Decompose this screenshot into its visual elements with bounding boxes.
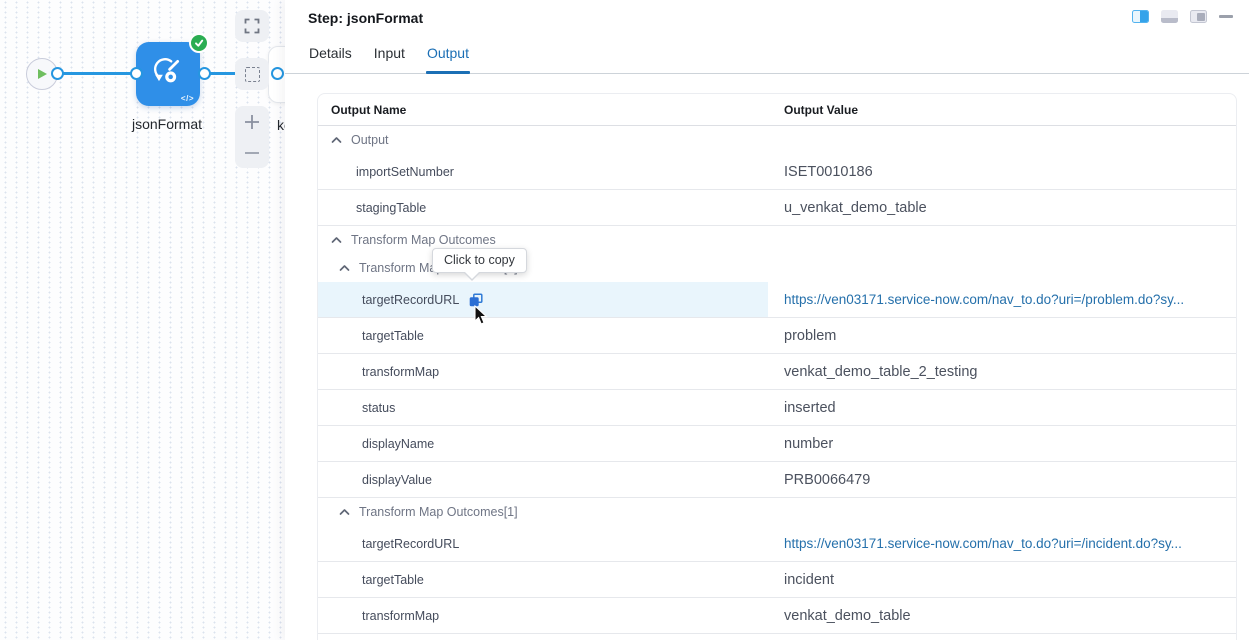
output-name: stagingTable	[356, 201, 426, 215]
connector-start-to-node	[57, 72, 137, 75]
node-label: jsonFormat	[110, 116, 224, 132]
code-icon: </>	[181, 94, 194, 103]
output-value: venkat_demo_table	[784, 608, 911, 624]
output-value-link[interactable]: https://ven03171.service-now.com/nav_to.…	[784, 292, 1184, 307]
output-row: transformMap venkat_demo_table	[318, 598, 1236, 634]
output-row: targetTable incident	[318, 562, 1236, 598]
output-row: stagingTable u_venkat_demo_table	[318, 190, 1236, 226]
output-tab-content: Output Name Output Value Output importSet…	[285, 71, 1249, 640]
output-row: displayValue PRB0066479	[318, 462, 1236, 498]
window-controls	[1132, 10, 1233, 23]
column-header-output-value: Output Value	[784, 103, 858, 117]
output-value: PRB0066479	[784, 472, 870, 488]
section-row[interactable]: Output	[318, 126, 1236, 154]
fit-screen-icon	[244, 18, 260, 34]
area-select-button[interactable]	[235, 58, 269, 90]
selection-icon	[245, 67, 260, 82]
zoom-controls	[235, 106, 269, 168]
output-row: importSetNumber ISET0010186	[318, 154, 1236, 190]
tab-bar: Details Input Output	[285, 41, 1249, 74]
output-row: status inserted	[318, 390, 1236, 426]
output-name: displayName	[362, 437, 434, 451]
output-name: importSetNumber	[356, 165, 454, 179]
transform-step-icon	[153, 56, 183, 91]
panel-header: Step: jsonFormat	[285, 0, 1249, 26]
bottom-panel-layout-icon[interactable]	[1161, 10, 1178, 23]
output-name: status	[362, 401, 395, 415]
minus-icon	[243, 144, 261, 162]
output-name: displayValue	[362, 473, 432, 487]
success-check-icon	[189, 33, 209, 53]
jsonformat-node[interactable]: </>	[136, 42, 200, 106]
tab-details[interactable]: Details	[308, 41, 353, 73]
output-table-card: Output Name Output Value Output importSet…	[317, 93, 1237, 640]
output-value: inserted	[784, 400, 836, 416]
copy-icon	[469, 293, 483, 307]
right-panel-layout-icon[interactable]	[1190, 10, 1207, 23]
output-row: targetRecordURL https://ven03171.service-…	[318, 282, 1236, 318]
output-row: targetRecordURL https://ven03171.service-…	[318, 526, 1236, 562]
output-value-link[interactable]: https://ven03171.service-now.com/nav_to.…	[784, 536, 1182, 551]
chevron-up-icon	[331, 236, 342, 244]
output-row: targetTable problem	[318, 318, 1236, 354]
output-name: targetRecordURL	[362, 293, 459, 307]
output-value: incident	[784, 572, 834, 588]
start-output-port[interactable]	[51, 67, 64, 80]
copy-button[interactable]	[469, 293, 483, 307]
chevron-up-icon	[331, 136, 342, 144]
tab-output[interactable]: Output	[426, 41, 470, 73]
section-label: Output	[351, 133, 389, 147]
section-row[interactable]: Transform Map Outcomes[1]	[318, 498, 1236, 526]
plus-icon	[243, 113, 261, 131]
step-details-panel: Step: jsonFormat Details Input Output Ou…	[285, 0, 1249, 640]
chevron-up-icon	[339, 264, 350, 272]
output-value: venkat_demo_table_2_testing	[784, 364, 977, 380]
output-value: u_venkat_demo_table	[784, 200, 927, 216]
panel-title: Step: jsonFormat	[308, 10, 1249, 26]
next-node-input-port[interactable]	[271, 67, 284, 80]
output-row: displayName number	[318, 426, 1236, 462]
column-header-output-name: Output Name	[318, 103, 406, 117]
zoom-out-button[interactable]	[235, 137, 269, 168]
copy-tooltip: Click to copy	[432, 248, 527, 273]
output-name: targetTable	[362, 329, 424, 343]
output-table-rows: Output importSetNumber ISET0010186 stagingT…	[318, 126, 1236, 634]
section-label: Transform Map Outcomes[1]	[359, 505, 518, 519]
output-name: targetRecordURL	[362, 537, 459, 551]
tab-input[interactable]: Input	[373, 41, 406, 73]
node-input-port[interactable]	[130, 67, 143, 80]
zoom-in-button[interactable]	[235, 106, 269, 137]
chevron-up-icon	[339, 508, 350, 516]
output-value: problem	[784, 328, 836, 344]
output-name: transformMap	[362, 609, 439, 623]
output-name: targetTable	[362, 573, 424, 587]
output-row: transformMap venkat_demo_table_2_testing	[318, 354, 1236, 390]
fit-to-screen-button[interactable]	[235, 10, 269, 42]
node-output-port[interactable]	[198, 67, 211, 80]
section-label: Transform Map Outcomes	[351, 233, 496, 247]
output-value: number	[784, 436, 833, 452]
output-table-header: Output Name Output Value	[318, 94, 1236, 126]
output-name: transformMap	[362, 365, 439, 379]
play-icon	[36, 68, 48, 80]
split-view-layout-icon[interactable]	[1132, 10, 1149, 23]
output-value: ISET0010186	[784, 164, 873, 180]
minimize-icon[interactable]	[1219, 15, 1233, 18]
